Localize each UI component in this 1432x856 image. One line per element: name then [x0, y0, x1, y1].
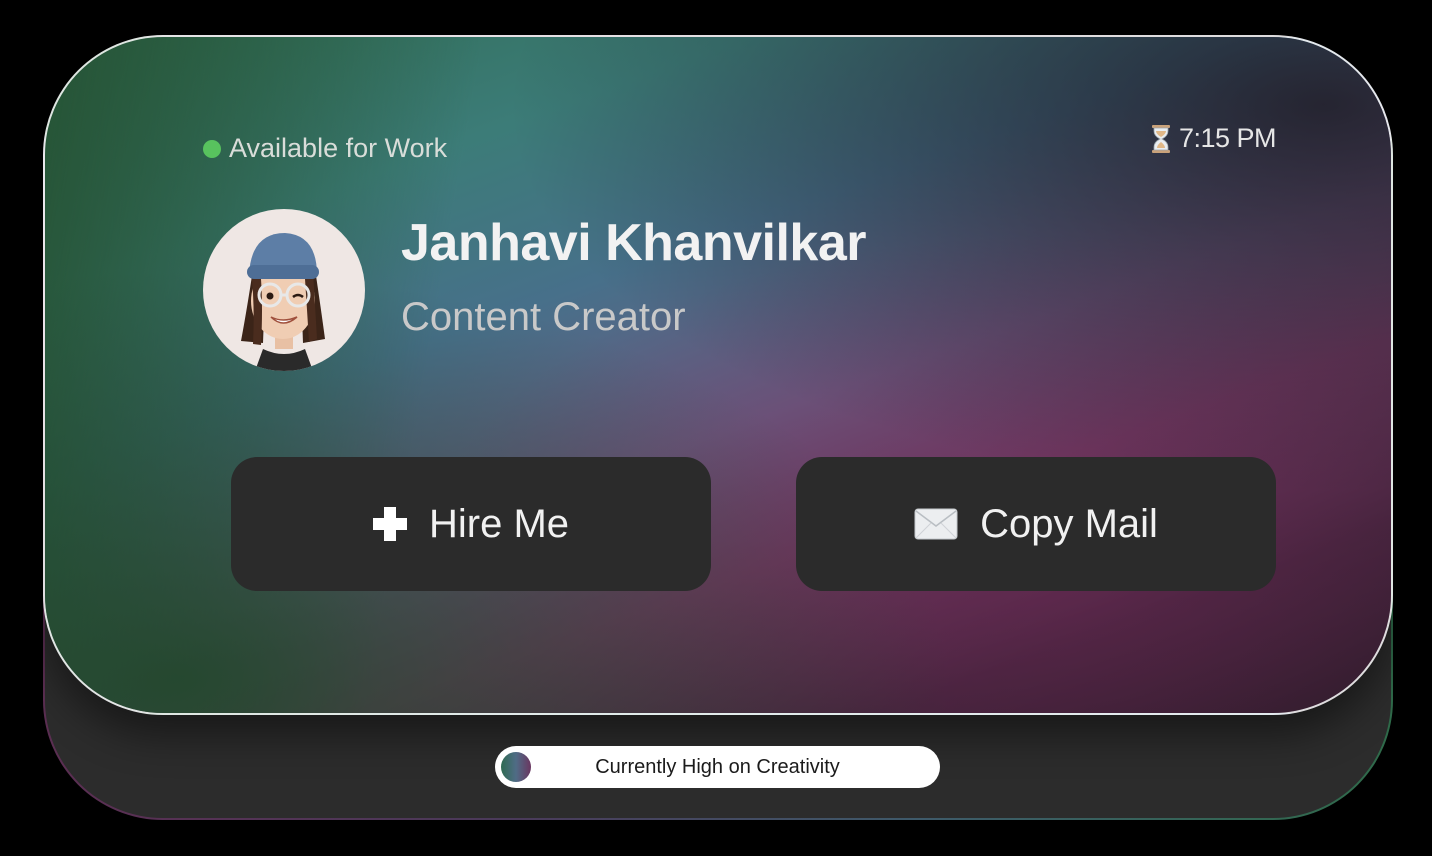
gradient-orb-icon: [501, 752, 531, 782]
profile-name: Janhavi Khanvilkar: [401, 214, 867, 272]
profile-widget: Available for Work 7:15 PM Janhavi Khanv…: [0, 0, 1432, 856]
mood-label: Currently High on Creativity: [595, 755, 840, 778]
avatar: [203, 209, 365, 371]
profile-role: Content Creator: [401, 295, 686, 339]
time-label: 7:15 PM: [1178, 123, 1277, 153]
profile-card: Available for Work 7:15 PM Janhavi Khanv…: [43, 35, 1393, 715]
plus-icon: [372, 507, 407, 541]
availability-status: Available for Work: [203, 133, 447, 164]
hire-me-label: Hire Me: [428, 501, 570, 546]
hourglass-icon: [1151, 124, 1170, 153]
envelope-icon: [914, 508, 958, 540]
copy-mail-button[interactable]: Copy Mail: [796, 457, 1276, 591]
copy-mail-label: Copy Mail: [980, 501, 1158, 546]
mood-pill: Currently High on Creativity: [495, 746, 940, 788]
local-time: 7:15 PM: [1151, 123, 1277, 154]
memoji-avatar-icon: [241, 233, 325, 371]
hire-me-button[interactable]: Hire Me: [231, 457, 711, 591]
status-label: Available for Work: [229, 133, 448, 163]
status-dot-icon: [203, 139, 221, 158]
